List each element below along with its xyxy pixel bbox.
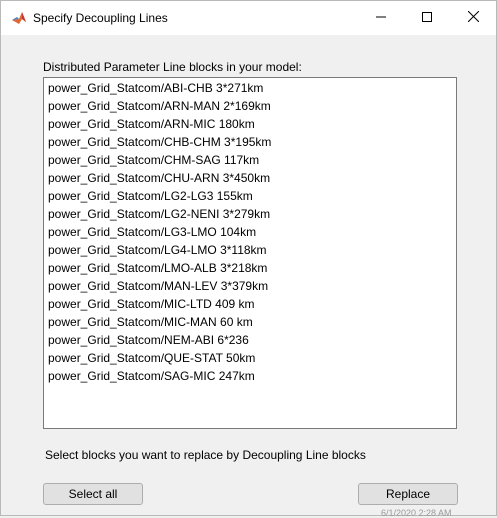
list-item[interactable]: power_Grid_Statcom/LG2-LG3 155km — [48, 187, 253, 205]
close-button[interactable] — [450, 1, 496, 35]
list-item[interactable]: power_Grid_Statcom/QUE-STAT 50km — [48, 349, 255, 367]
list-item[interactable]: power_Grid_Statcom/CHU-ARN 3*450km — [48, 169, 270, 187]
list-item[interactable]: power_Grid_Statcom/MIC-LTD 409 km — [48, 295, 255, 313]
blocks-listbox[interactable]: power_Grid_Statcom/ABI-CHB 3*271km power… — [43, 77, 457, 429]
maximize-icon — [422, 9, 432, 27]
list-label: Distributed Parameter Line blocks in you… — [43, 60, 302, 74]
list-item[interactable]: power_Grid_Statcom/ABI-CHB 3*271km — [48, 79, 263, 97]
window-title: Specify Decoupling Lines — [33, 11, 168, 25]
close-icon — [467, 9, 479, 27]
minimize-button[interactable] — [358, 1, 404, 35]
minimize-icon — [376, 9, 386, 27]
list-item[interactable]: power_Grid_Statcom/LG3-LMO 104km — [48, 223, 256, 241]
list-item[interactable]: power_Grid_Statcom/LG2-NENI 3*279km — [48, 205, 270, 223]
list-item[interactable]: power_Grid_Statcom/CHM-SAG 117km — [48, 151, 259, 169]
background-timestamp: 6/1/2020 2:28 AM — [381, 508, 452, 518]
list-item[interactable]: power_Grid_Statcom/LMO-ALB 3*218km — [48, 259, 267, 277]
list-item[interactable]: power_Grid_Statcom/CHB-CHM 3*195km — [48, 133, 271, 151]
matlab-icon — [11, 10, 27, 26]
list-item[interactable]: power_Grid_Statcom/SAG-MIC 247km — [48, 367, 255, 385]
list-item[interactable]: power_Grid_Statcom/MAN-LEV 3*379km — [48, 277, 268, 295]
list-item[interactable]: power_Grid_Statcom/LG4-LMO 3*118km — [48, 241, 267, 259]
dialog-window: Specify Decoupling Lines Distributed Par… — [0, 0, 497, 518]
title-bar[interactable]: Specify Decoupling Lines — [1, 1, 496, 35]
list-item[interactable]: power_Grid_Statcom/ARN-MIC 180km — [48, 115, 255, 133]
replace-button[interactable]: Replace — [358, 483, 458, 505]
select-all-button[interactable]: Select all — [43, 483, 143, 505]
maximize-button[interactable] — [404, 1, 450, 35]
list-item[interactable]: power_Grid_Statcom/NEM-ABI 6*236 — [48, 331, 249, 349]
instruction-text: Select blocks you want to replace by Dec… — [45, 448, 366, 462]
list-item[interactable]: power_Grid_Statcom/MIC-MAN 60 km — [48, 313, 253, 331]
list-item[interactable]: power_Grid_Statcom/ARN-MAN 2*169km — [48, 97, 271, 115]
